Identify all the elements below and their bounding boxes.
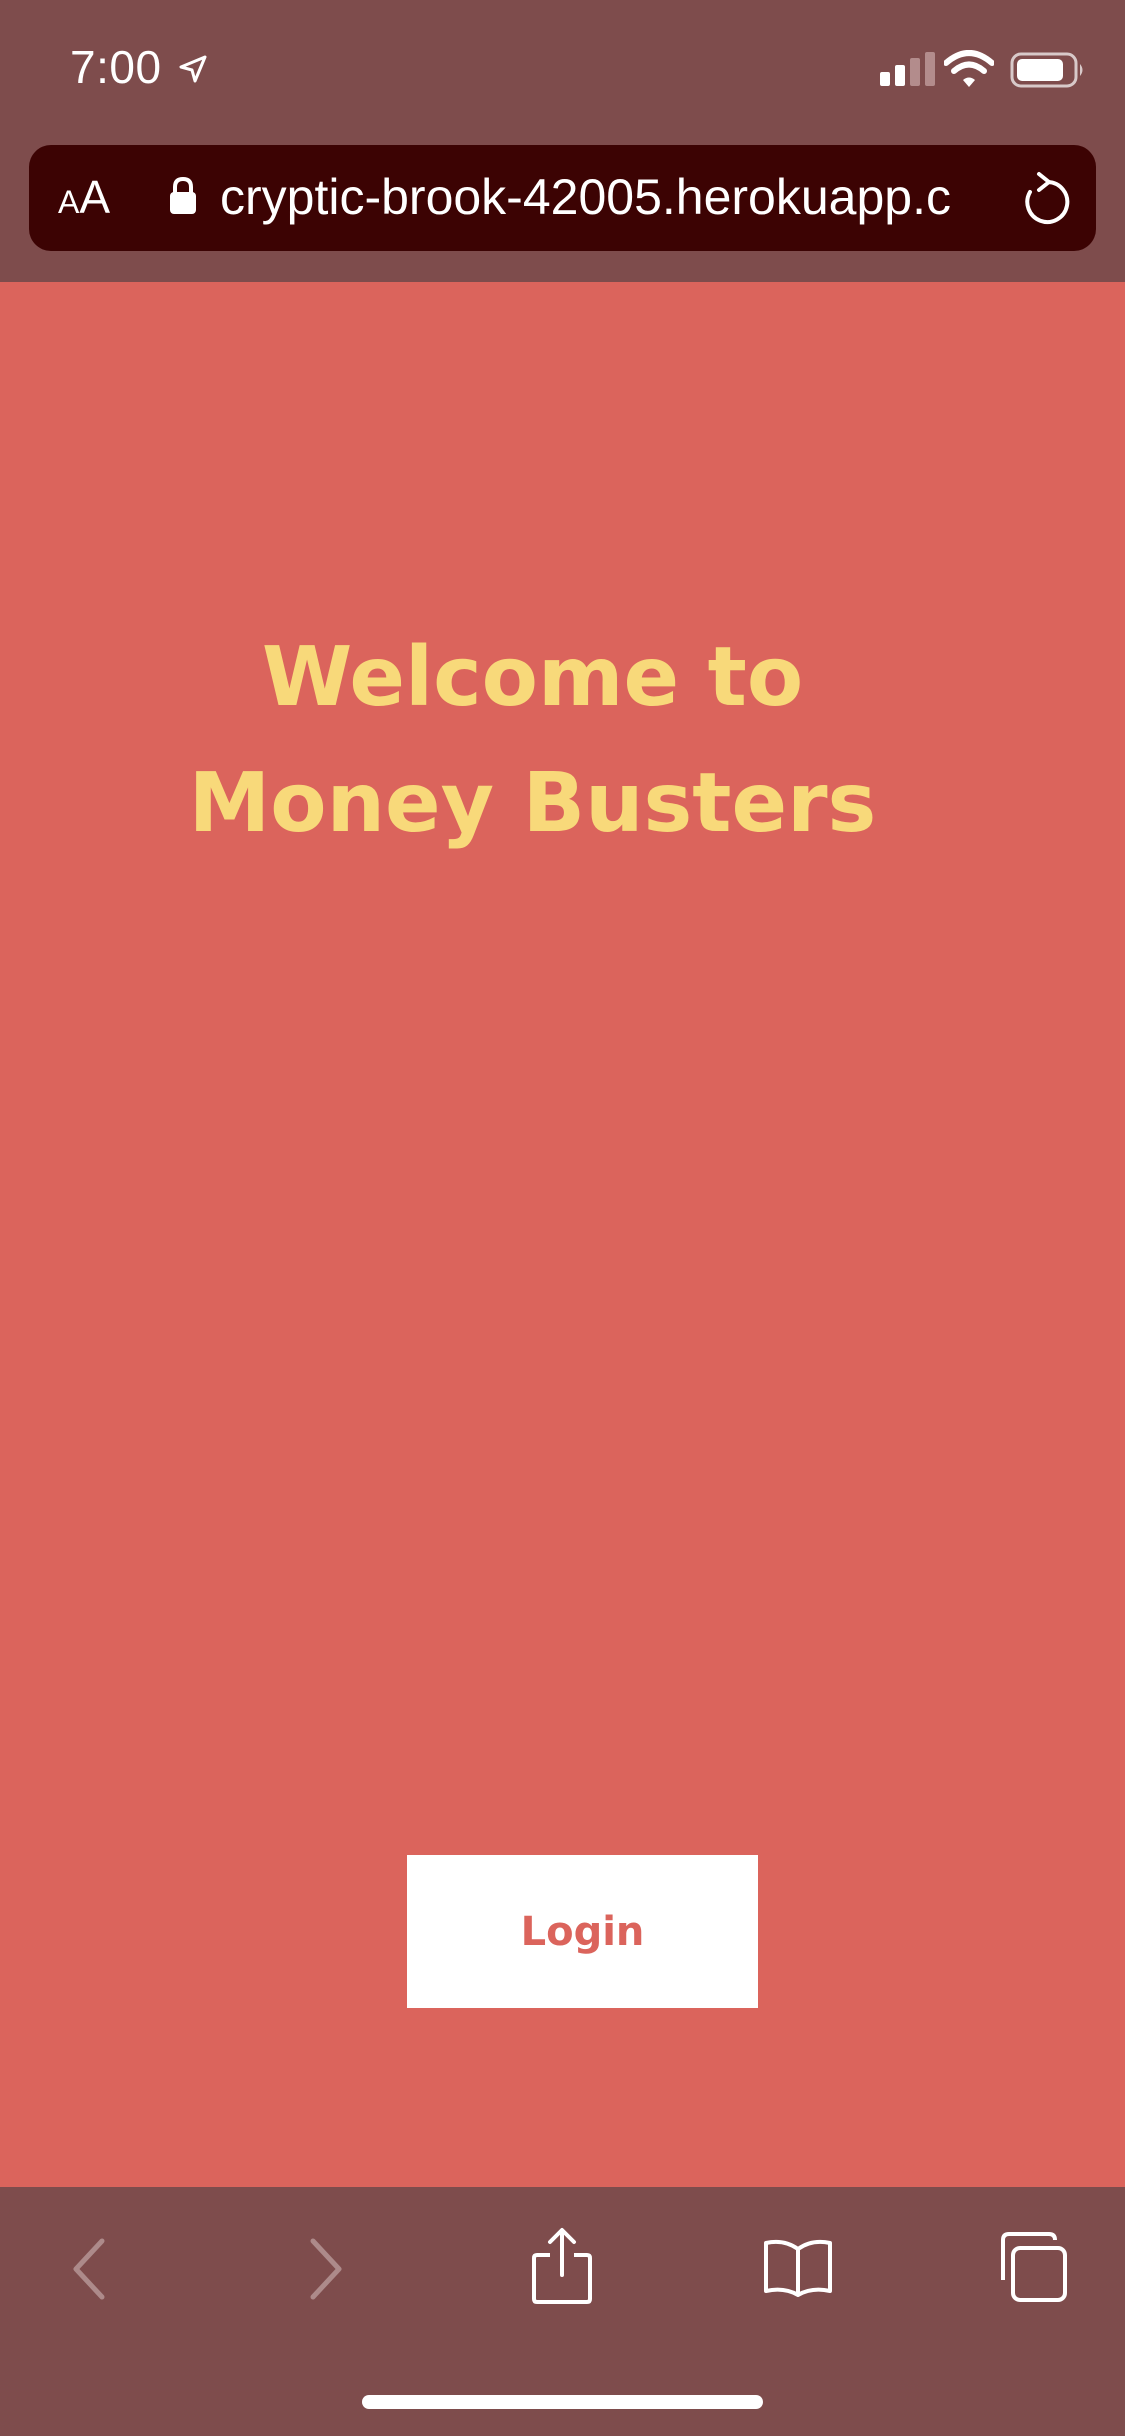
text-size-small-label: A	[58, 184, 80, 220]
location-arrow-icon	[179, 55, 207, 83]
tabs-icon[interactable]	[995, 2230, 1071, 2304]
login-button[interactable]: Login	[407, 1855, 758, 2008]
bookmarks-icon[interactable]	[762, 2237, 834, 2299]
welcome-line-1: Welcome to	[261, 630, 804, 725]
forward-icon[interactable]	[305, 2237, 345, 2301]
text-size-button[interactable]: A A	[58, 170, 110, 230]
welcome-heading: Welcome to Money Busters	[0, 615, 1065, 867]
battery-icon	[1010, 52, 1083, 88]
status-time: 7:00	[70, 41, 162, 93]
screen: 7:00 A A cryptic-brook-42005.herokuapp.c…	[0, 0, 1125, 2436]
cellular-signal-icon	[880, 52, 935, 86]
lock-icon	[170, 176, 196, 214]
url-text[interactable]: cryptic-brook-42005.herokuapp.c	[220, 168, 990, 226]
reload-icon[interactable]	[1018, 170, 1070, 226]
share-icon[interactable]	[530, 2227, 594, 2305]
home-indicator[interactable]	[362, 2395, 763, 2409]
welcome-line-2: Money Busters	[188, 756, 877, 851]
wifi-icon	[944, 50, 994, 87]
back-icon[interactable]	[70, 2237, 110, 2301]
text-size-large-label: A	[79, 171, 111, 223]
